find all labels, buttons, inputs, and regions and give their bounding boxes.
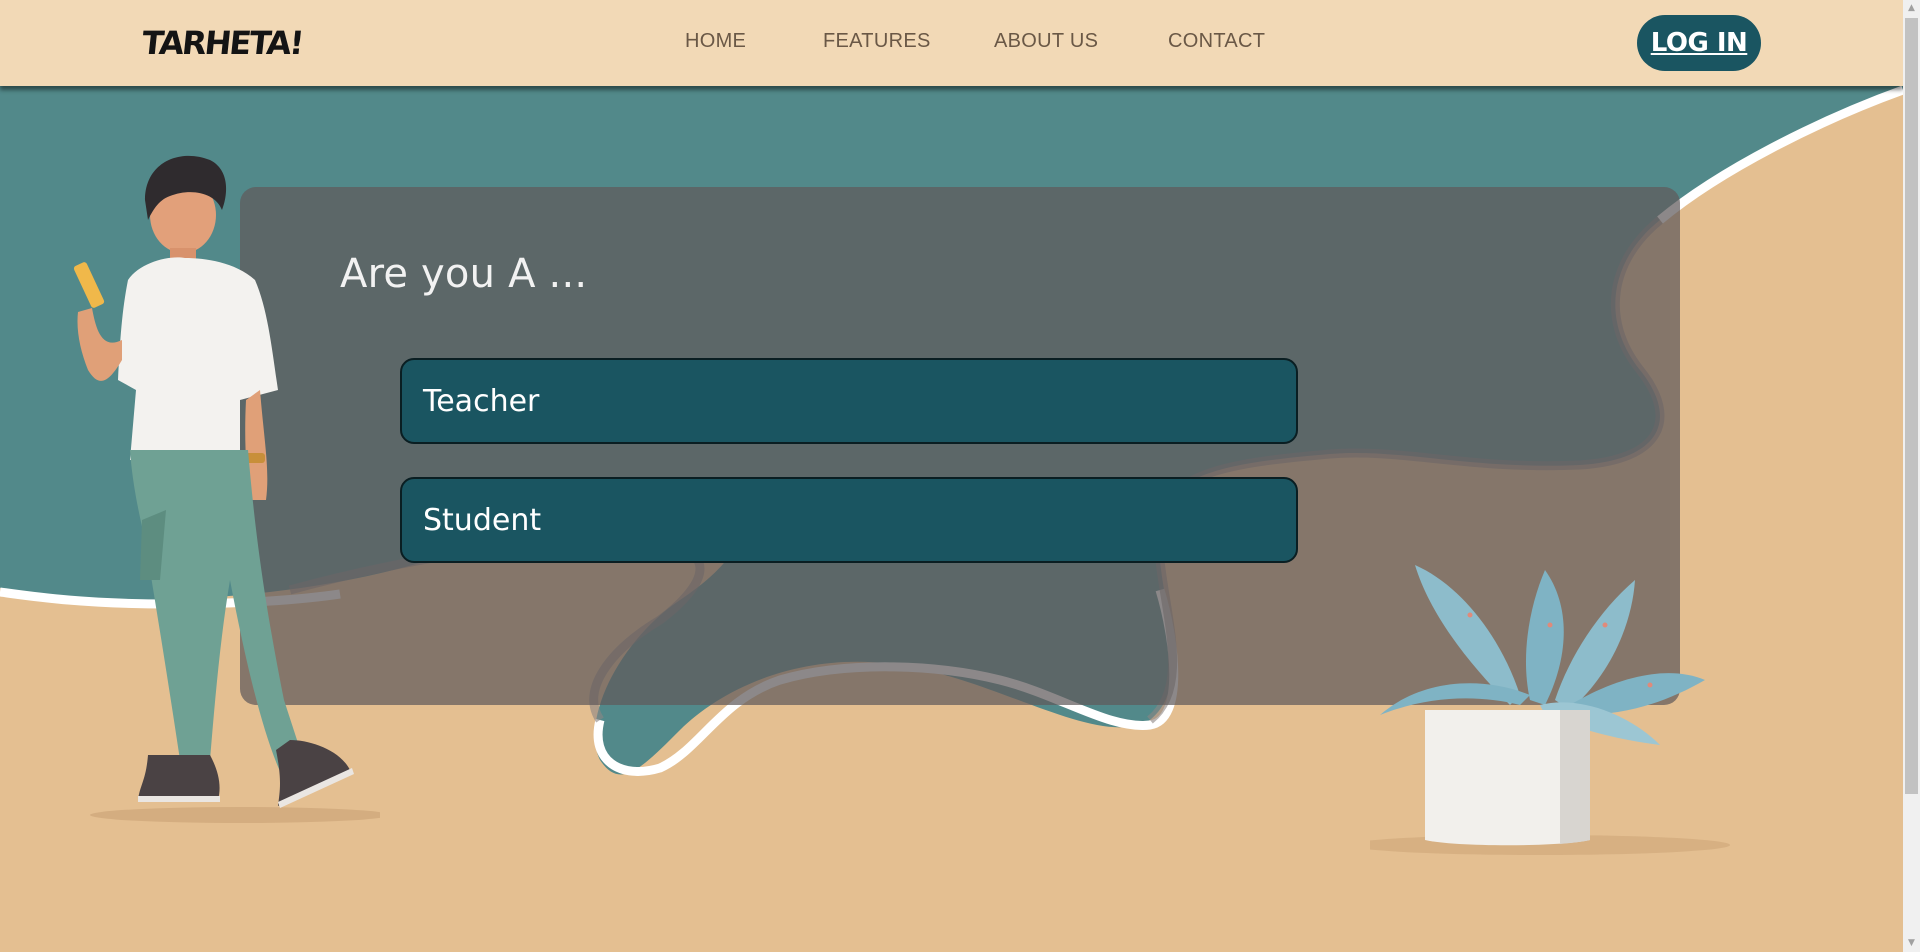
potted-plant-illustration	[1370, 565, 1730, 855]
nav-features[interactable]: FEATURES	[823, 30, 931, 53]
top-navbar: TARHETA! HOME FEATURES ABOUT US CONTACT …	[0, 0, 1903, 86]
nav-contact[interactable]: CONTACT	[1168, 30, 1265, 53]
login-button[interactable]: LOG IN	[1637, 15, 1761, 71]
man-with-phone-illustration	[73, 155, 380, 823]
scroll-up-arrow-icon[interactable]: ▲	[1903, 0, 1920, 17]
scrollbar-thumb[interactable]	[1905, 18, 1918, 794]
teacher-option-button[interactable]: Teacher	[400, 358, 1298, 444]
student-option-button[interactable]: Student	[400, 477, 1298, 563]
nav-home[interactable]: HOME	[685, 30, 746, 53]
site-logo[interactable]: TARHETA!	[140, 24, 304, 62]
page: TARHETA! HOME FEATURES ABOUT US CONTACT …	[0, 0, 1903, 952]
scroll-down-arrow-icon[interactable]: ▼	[1903, 935, 1920, 952]
nav-about-us[interactable]: ABOUT US	[994, 30, 1098, 53]
